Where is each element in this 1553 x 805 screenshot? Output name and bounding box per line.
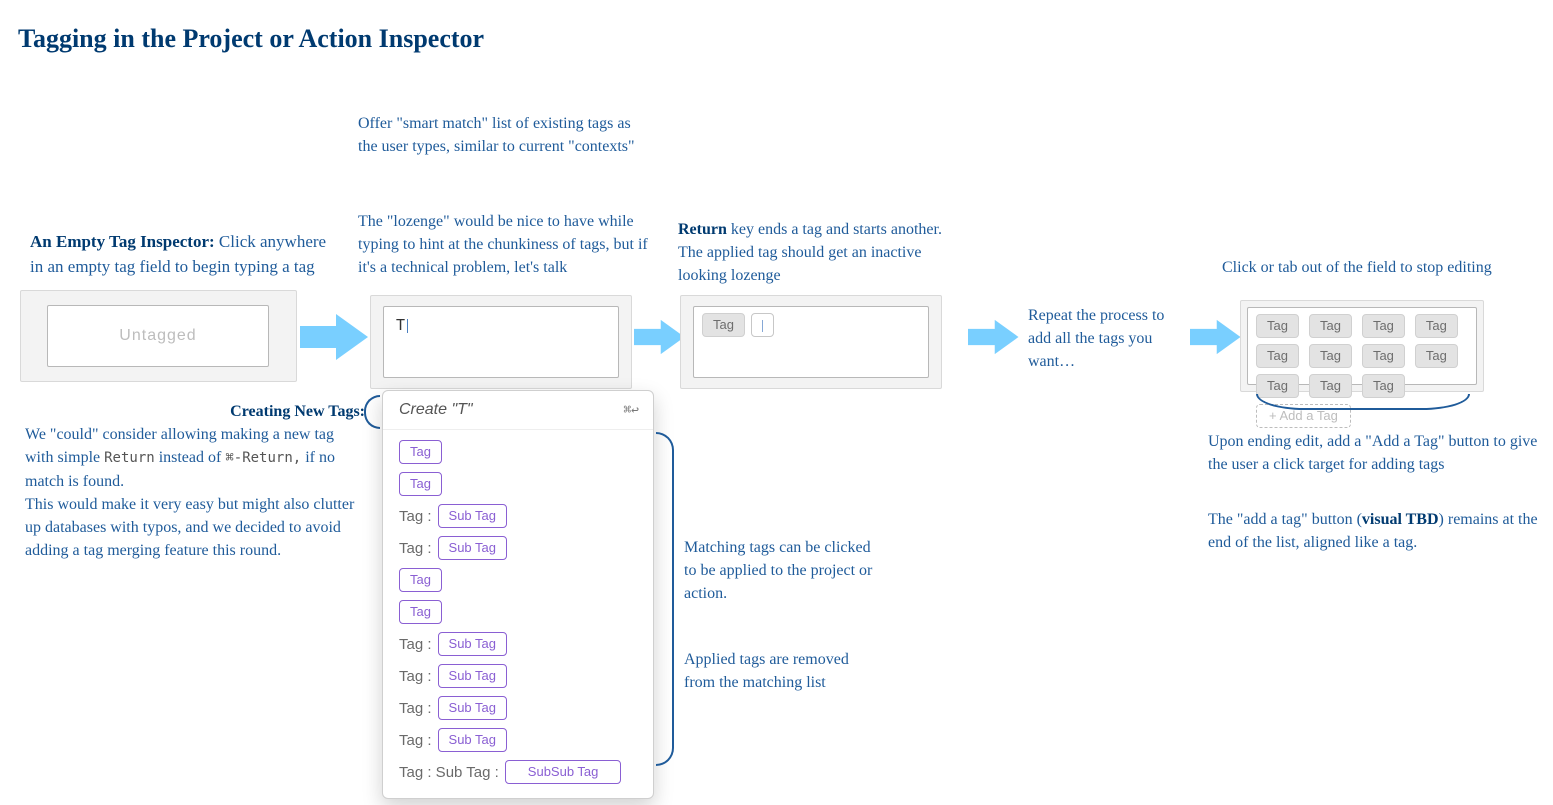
subtag-lozenge: Sub Tag bbox=[438, 696, 507, 720]
tag-path-prefix: Tag : bbox=[399, 732, 432, 749]
arrow-icon bbox=[300, 312, 370, 362]
step1-placeholder: Untagged bbox=[48, 327, 268, 345]
applied-tag-lozenge[interactable]: Tag bbox=[1362, 344, 1405, 368]
popover-match-row[interactable]: Tag : Sub Tag bbox=[393, 660, 643, 692]
step5-tagwrap: TagTagTagTagTagTagTagTagTagTagTag+ Add a… bbox=[1256, 314, 1468, 428]
popover-create-row[interactable]: Create "T" ⌘↩ bbox=[383, 391, 653, 430]
popover-match-row[interactable]: Tag : Sub Tag bbox=[393, 500, 643, 532]
creating-heading: Creating New Tags: bbox=[230, 403, 365, 420]
brace-left-icon bbox=[364, 395, 380, 429]
applied-tag-lozenge[interactable]: Tag bbox=[1309, 314, 1352, 338]
step3-panel: Tag bbox=[680, 295, 942, 389]
popover-create-label: Create "T" bbox=[399, 401, 473, 419]
step3-note-bold: Return bbox=[678, 221, 727, 238]
tag-path-prefix: Tag : bbox=[399, 636, 432, 653]
tag-path-prefix: Tag : bbox=[399, 668, 432, 685]
keycap-cmd-return: ⌘-Return, bbox=[225, 450, 301, 466]
tag-lozenge: Tag bbox=[399, 440, 442, 464]
creating-note: Creating New Tags: We "could" consider a… bbox=[25, 400, 365, 562]
step2-typed-text: T bbox=[396, 316, 408, 334]
step5-panel: TagTagTagTagTagTagTagTagTagTagTag+ Add a… bbox=[1240, 300, 1484, 392]
step2-tag-field[interactable]: T bbox=[383, 306, 619, 378]
step2-panel: T bbox=[370, 295, 632, 389]
arrow-icon bbox=[1190, 312, 1242, 362]
applied-tag-lozenge[interactable]: Tag bbox=[1256, 344, 1299, 368]
popover-side-note-b: Applied tags are removed from the matchi… bbox=[684, 648, 874, 694]
step2-note-mid: The "lozenge" would be nice to have whil… bbox=[358, 210, 658, 280]
popover-list: Tag Tag Tag : Sub Tag Tag : Sub Tag Tag Tag Tag … bbox=[383, 430, 653, 798]
popover-match-row[interactable]: Tag bbox=[393, 564, 643, 596]
new-tag-lozenge[interactable] bbox=[751, 313, 774, 337]
smartmatch-popover: Create "T" ⌘↩ Tag Tag Tag : Sub Tag Tag : Sub… bbox=[382, 390, 654, 799]
diagram-canvas: Tagging in the Project or Action Inspect… bbox=[0, 0, 1553, 805]
applied-tag-lozenge[interactable]: Tag bbox=[1362, 314, 1405, 338]
text-caret-icon bbox=[407, 319, 408, 333]
applied-tag-lozenge[interactable]: Tag bbox=[1415, 314, 1458, 338]
brace-down-icon bbox=[1256, 394, 1470, 410]
tag-lozenge: Tag bbox=[399, 568, 442, 592]
popover-shortcut: ⌘↩ bbox=[623, 403, 639, 418]
step5-below-a: Upon ending edit, add a "Add a Tag" butt… bbox=[1208, 430, 1538, 476]
tag-path-prefix: Tag : bbox=[399, 700, 432, 717]
popover-match-row[interactable]: Tag bbox=[393, 436, 643, 468]
popover-match-row[interactable]: Tag : Sub Tag bbox=[393, 628, 643, 660]
step4-note: Repeat the process to add all the tags y… bbox=[1028, 304, 1188, 374]
popover-match-row[interactable]: Tag : Sub Tag bbox=[393, 724, 643, 756]
popover-match-row[interactable]: Tag : Sub Tag bbox=[393, 532, 643, 564]
step1-tag-field[interactable]: Untagged bbox=[47, 305, 269, 367]
tag-path-prefix: Tag : bbox=[399, 540, 432, 557]
popover-match-row[interactable]: Tag bbox=[393, 468, 643, 500]
subtag-lozenge: Sub Tag bbox=[438, 664, 507, 688]
text-caret-icon bbox=[762, 320, 763, 332]
step5-note-top: Click or tab out of the field to stop ed… bbox=[1222, 256, 1542, 279]
popover-match-row[interactable]: Tag : Sub Tag : SubSub Tag bbox=[393, 756, 643, 788]
tag-path-prefix: Tag : Sub Tag : bbox=[399, 764, 499, 781]
step5-below-b: The "add a tag" button (visual TBD) rema… bbox=[1208, 508, 1538, 554]
step3-field-inner: Tag bbox=[702, 313, 774, 337]
step5-tag-field[interactable]: TagTagTagTagTagTagTagTagTagTagTag+ Add a… bbox=[1247, 307, 1477, 385]
subtag-lozenge: Sub Tag bbox=[438, 632, 507, 656]
step1-heading: An Empty Tag Inspector: bbox=[30, 232, 215, 251]
popover-match-row[interactable]: Tag : Sub Tag bbox=[393, 692, 643, 724]
applied-tag-lozenge[interactable]: Tag bbox=[1415, 344, 1458, 368]
brace-right-icon bbox=[656, 432, 674, 766]
tag-lozenge: Tag bbox=[399, 600, 442, 624]
step1-note: An Empty Tag Inspector: Click anywhere i… bbox=[30, 230, 330, 279]
popover-match-row[interactable]: Tag bbox=[393, 596, 643, 628]
tag-path-prefix: Tag : bbox=[399, 508, 432, 525]
applied-tag-lozenge[interactable]: Tag bbox=[1309, 344, 1352, 368]
page-title: Tagging in the Project or Action Inspect… bbox=[18, 24, 484, 54]
arrow-icon bbox=[968, 312, 1020, 362]
arrow-icon bbox=[634, 312, 686, 362]
tag-lozenge: Tag bbox=[399, 472, 442, 496]
subtag-lozenge: Sub Tag bbox=[438, 504, 507, 528]
step2-note-top: Offer "smart match" list of existing tag… bbox=[358, 112, 638, 158]
subsubtag-lozenge: SubSub Tag bbox=[505, 760, 622, 784]
step1-panel: Untagged bbox=[20, 290, 297, 382]
applied-tag-lozenge[interactable]: Tag bbox=[702, 313, 745, 337]
step3-note: Return key ends a tag and starts another… bbox=[678, 218, 968, 288]
keycap-return: Return bbox=[104, 450, 155, 466]
step3-tag-field[interactable]: Tag bbox=[693, 306, 929, 378]
subtag-lozenge: Sub Tag bbox=[438, 728, 507, 752]
subtag-lozenge: Sub Tag bbox=[438, 536, 507, 560]
applied-tag-lozenge[interactable]: Tag bbox=[1256, 314, 1299, 338]
popover-side-note-a: Matching tags can be clicked to be appli… bbox=[684, 536, 874, 606]
